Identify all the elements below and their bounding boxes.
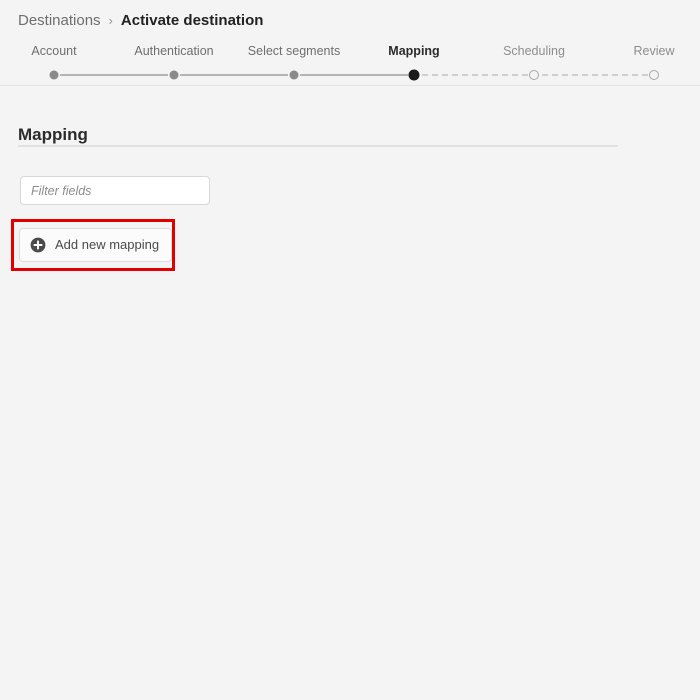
stepper-segment-2 [180, 74, 288, 76]
breadcrumb-current-activate-destination: Activate destination [120, 12, 264, 29]
breadcrumb: Destinations › Activate destination [18, 9, 263, 33]
page-title: Mapping [18, 125, 88, 145]
plus-circle-icon [30, 237, 46, 253]
mapping-step-content: Mapping Add new mapping [0, 86, 700, 700]
stepper-dot-select-segments[interactable] [289, 70, 299, 80]
add-new-mapping-button[interactable]: Add new mapping [19, 228, 173, 262]
breadcrumb-link-destinations[interactable]: Destinations [18, 9, 101, 33]
filter-fields-input[interactable] [20, 176, 210, 205]
stepper-dot-scheduling[interactable] [529, 70, 539, 80]
stepper-label-scheduling[interactable]: Scheduling [503, 42, 565, 60]
add-new-mapping-label: Add new mapping [55, 237, 160, 252]
stepper-segment-5 [542, 74, 648, 76]
stepper-label-select-segments[interactable]: Select segments [248, 42, 340, 60]
stepper-label-review[interactable]: Review [634, 42, 675, 60]
stepper-dot-authentication[interactable] [169, 70, 179, 80]
wizard-stepper: Account Authentication Select segments M… [0, 42, 700, 86]
stepper-label-authentication[interactable]: Authentication [134, 42, 213, 60]
section-divider [18, 145, 618, 147]
activate-destination-page: Destinations › Activate destination Acco… [0, 0, 700, 700]
stepper-segment-3 [300, 74, 408, 76]
stepper-segment-4 [422, 74, 528, 76]
chevron-right-icon: › [108, 13, 113, 28]
stepper-label-mapping[interactable]: Mapping [388, 42, 439, 60]
stepper-segment-1 [60, 74, 168, 76]
stepper-track [0, 68, 700, 82]
stepper-dot-mapping[interactable] [408, 69, 420, 81]
stepper-label-account[interactable]: Account [31, 42, 76, 60]
stepper-dot-review[interactable] [649, 70, 659, 80]
stepper-labels: Account Authentication Select segments M… [0, 42, 700, 62]
stepper-dot-account[interactable] [49, 70, 59, 80]
